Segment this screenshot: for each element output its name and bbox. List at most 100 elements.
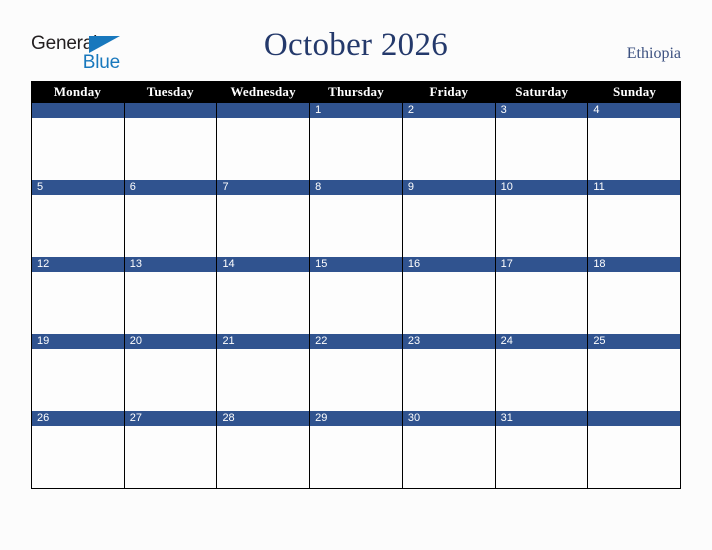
day-cell[interactable]: 31 [495,411,589,488]
day-notes-area[interactable] [124,349,217,411]
weekday-header-wednesday: Wednesday [230,84,296,99]
day-cell[interactable] [32,103,125,180]
day-number: 18 [588,257,681,272]
day-number: 6 [124,180,217,195]
day-notes-area[interactable] [217,195,310,257]
day-cell[interactable]: 4 [588,103,682,180]
day-cell[interactable]: 17 [495,257,589,334]
day-notes-area[interactable] [32,426,124,488]
day-cell[interactable]: 8 [310,180,403,257]
day-cell[interactable]: 11 [588,180,682,257]
day-cell[interactable] [588,411,682,488]
day-number [217,103,310,118]
day-notes-area[interactable] [310,195,402,257]
day-notes-area[interactable] [588,272,681,334]
day-number: 3 [495,103,588,118]
day-cell[interactable]: 20 [124,334,218,411]
day-cell[interactable]: 6 [124,180,218,257]
day-notes-area[interactable] [32,118,124,180]
day-number: 30 [402,411,495,426]
day-cell[interactable]: 7 [217,180,311,257]
day-number: 5 [32,180,124,195]
day-cell[interactable]: 5 [32,180,125,257]
day-number: 17 [495,257,588,272]
day-cell[interactable]: 21 [217,334,311,411]
day-notes-area[interactable] [495,349,588,411]
day-cell[interactable]: 12 [32,257,125,334]
day-number: 29 [310,411,402,426]
day-cell[interactable] [217,103,311,180]
day-notes-area[interactable] [124,118,217,180]
day-notes-area[interactable] [588,426,681,488]
weekday-header-friday: Friday [429,84,469,99]
day-cell[interactable]: 10 [495,180,589,257]
day-notes-area[interactable] [32,272,124,334]
day-notes-area[interactable] [310,426,402,488]
day-number: 1 [310,103,402,118]
day-cell[interactable]: 15 [310,257,403,334]
day-notes-area[interactable] [588,349,681,411]
day-cell[interactable]: 30 [402,411,496,488]
day-notes-area[interactable] [402,349,495,411]
day-notes-area[interactable] [495,272,588,334]
day-notes-area[interactable] [495,195,588,257]
calendar-page: General Blue October 2026 Ethiopia Monda… [0,0,712,550]
day-cell[interactable]: 1 [310,103,403,180]
day-cell[interactable]: 14 [217,257,311,334]
day-notes-area[interactable] [217,118,310,180]
day-cell[interactable]: 22 [310,334,403,411]
day-cell[interactable]: 13 [124,257,218,334]
day-number [124,103,217,118]
day-number: 13 [124,257,217,272]
day-number: 10 [495,180,588,195]
day-cell[interactable]: 23 [402,334,496,411]
day-cell[interactable]: 25 [588,334,682,411]
day-notes-area[interactable] [310,349,402,411]
day-number: 14 [217,257,310,272]
day-notes-area[interactable] [124,195,217,257]
day-notes-area[interactable] [217,272,310,334]
day-cell[interactable]: 29 [310,411,403,488]
day-notes-area[interactable] [32,349,124,411]
day-cell[interactable]: 28 [217,411,311,488]
day-number: 27 [124,411,217,426]
day-notes-area[interactable] [402,426,495,488]
day-cell[interactable]: 3 [495,103,589,180]
day-notes-area[interactable] [310,118,402,180]
day-notes-area[interactable] [310,272,402,334]
weekday-header-sunday: Sunday [613,84,657,99]
day-notes-area[interactable] [32,195,124,257]
day-cell[interactable]: 9 [402,180,496,257]
day-notes-area[interactable] [495,426,588,488]
day-number: 20 [124,334,217,349]
day-cell[interactable]: 19 [32,334,125,411]
day-notes-area[interactable] [124,272,217,334]
weekday-header-tuesday: Tuesday [146,84,194,99]
day-number: 9 [402,180,495,195]
day-notes-area[interactable] [217,349,310,411]
day-cell[interactable]: 16 [402,257,496,334]
day-number: 24 [495,334,588,349]
day-notes-area[interactable] [217,426,310,488]
day-notes-area[interactable] [402,195,495,257]
day-notes-area[interactable] [124,426,217,488]
day-number: 4 [588,103,681,118]
day-number: 25 [588,334,681,349]
day-number: 28 [217,411,310,426]
day-notes-area[interactable] [588,118,681,180]
day-notes-area[interactable] [495,118,588,180]
day-cell[interactable]: 27 [124,411,218,488]
page-header: General Blue October 2026 Ethiopia [0,0,712,81]
day-notes-area[interactable] [402,118,495,180]
day-cell[interactable]: 2 [402,103,496,180]
day-number: 11 [588,180,681,195]
day-cell[interactable]: 18 [588,257,682,334]
day-notes-area[interactable] [402,272,495,334]
day-cell[interactable]: 26 [32,411,125,488]
day-cell[interactable] [124,103,218,180]
day-notes-area[interactable] [588,195,681,257]
day-number: 31 [495,411,588,426]
weekday-header-thursday: Thursday [328,84,384,99]
day-cell[interactable]: 24 [495,334,589,411]
week-row: 12 13 14 15 16 17 18 [32,257,682,334]
